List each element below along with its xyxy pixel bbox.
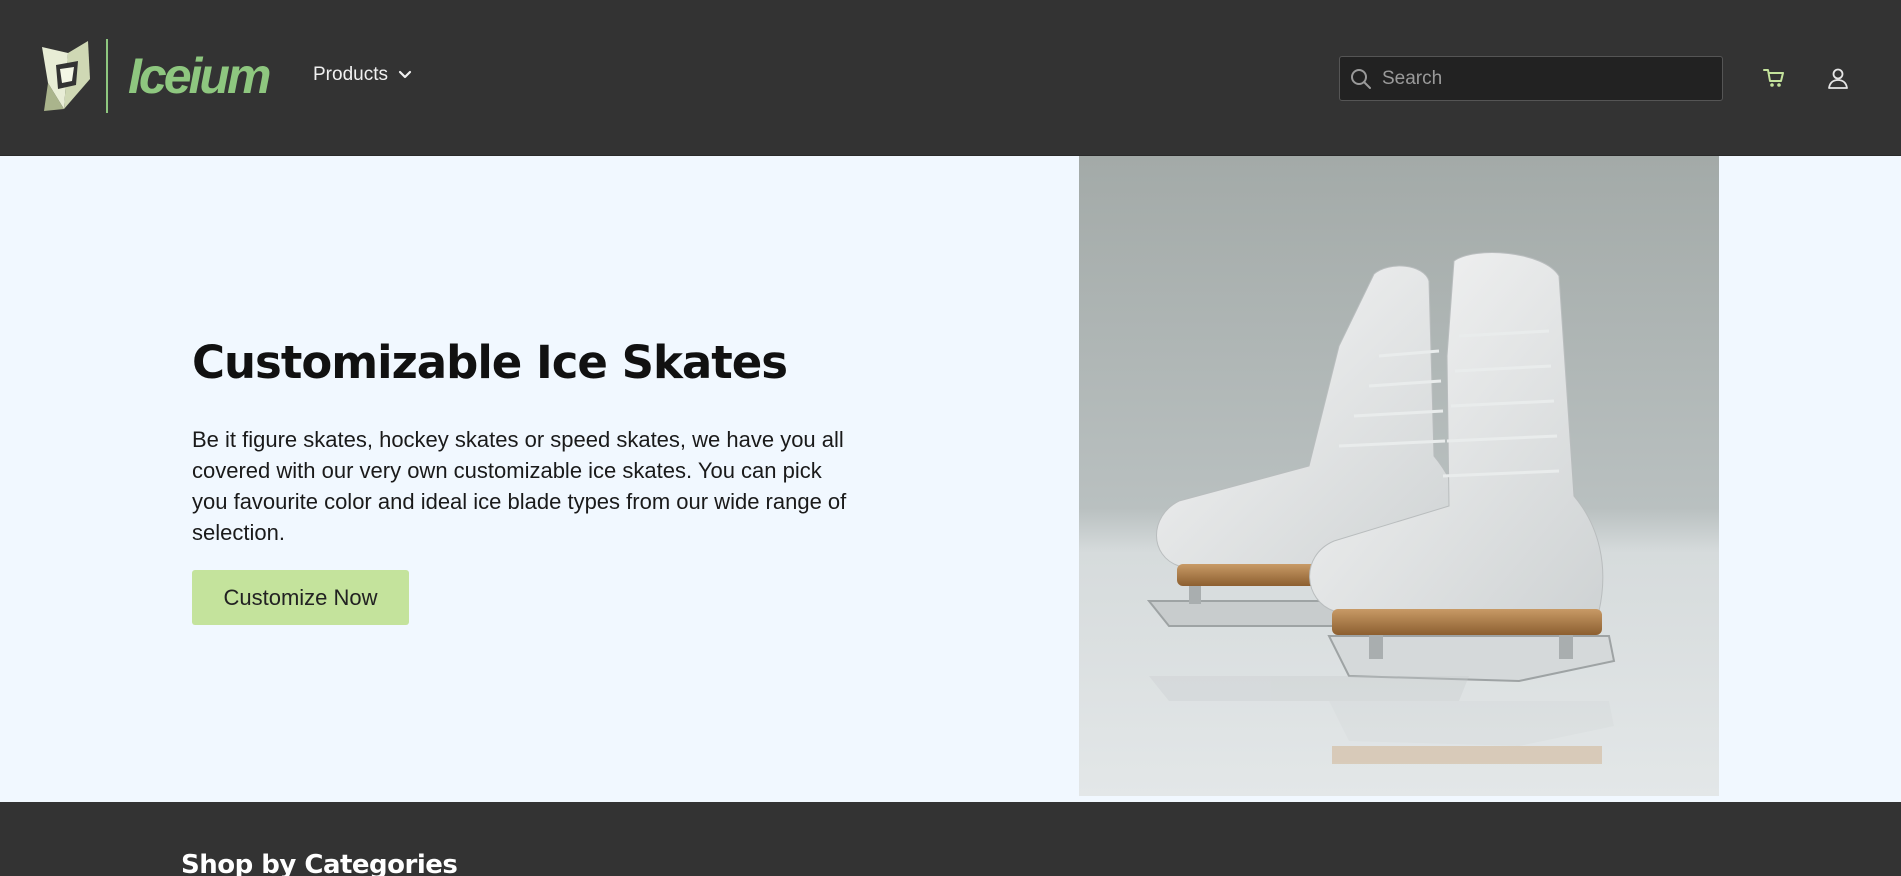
products-menu[interactable]: Products [313, 64, 412, 86]
logo-divider [106, 39, 108, 113]
account-button[interactable] [1824, 64, 1852, 92]
search-icon [1351, 68, 1371, 89]
search-input[interactable] [1380, 66, 1700, 91]
categories-section: Shop by Categories [0, 802, 1901, 876]
brand-name: Iceium [128, 48, 271, 104]
hero-title: Customizable Ice Skates [192, 336, 788, 389]
ice-skates-image [1079, 156, 1719, 796]
user-icon [1828, 68, 1848, 89]
site-header: Iceium Products [0, 0, 1901, 156]
logo-icon [42, 41, 90, 111]
cart-icon [1763, 69, 1784, 87]
search-box [1339, 56, 1723, 101]
cart-button[interactable] [1760, 64, 1788, 92]
chevron-down-icon [398, 70, 412, 79]
brand-logo[interactable]: Iceium [38, 38, 271, 114]
hero-section: Customizable Ice Skates Be it figure ska… [0, 156, 1901, 802]
products-menu-label: Products [313, 64, 388, 85]
categories-title: Shop by Categories [181, 850, 458, 876]
hero-description: Be it figure skates, hockey skates or sp… [192, 427, 847, 545]
customize-now-button[interactable]: Customize Now [192, 570, 409, 625]
